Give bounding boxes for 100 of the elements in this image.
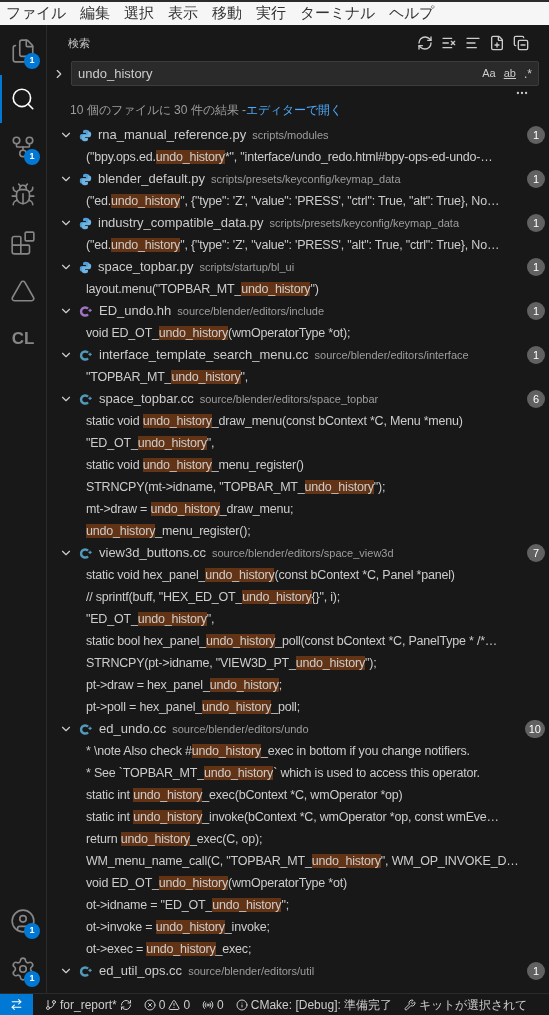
match-line[interactable]: return undo_history_exec(C, op); [86, 829, 263, 849]
cpp-file-icon [79, 546, 93, 560]
menu-item[interactable]: ターミナル [300, 2, 375, 25]
match-line[interactable]: mt->draw = undo_history_draw_menu; [86, 499, 294, 519]
kit-status[interactable]: キットが選択されて [419, 995, 528, 1014]
menu-item[interactable]: 実行 [256, 2, 286, 25]
match-line[interactable]: static void undo_history_draw_menu(const bContext *C, Menu *menu) [86, 411, 463, 431]
file-name[interactable]: ed_util_ops.cc [99, 961, 183, 981]
match-count: 1 [527, 962, 545, 980]
match-line[interactable]: pt->poll = hex_panel_undo_history_poll; [86, 697, 300, 717]
match-line[interactable]: static int undo_history_invoke(bContext *C, wmOperator *op, const wmEve… [86, 807, 499, 827]
new-file-icon[interactable] [489, 35, 505, 51]
error-count[interactable]: 0 [158, 995, 166, 1014]
branch-name[interactable]: for_report* [60, 995, 117, 1014]
file-name[interactable]: space_topbar.py [98, 257, 194, 277]
match-line[interactable]: * \note Also check #undo_history_exec in bottom if you change notifiers. [86, 741, 470, 761]
match-line[interactable]: pt->draw = hex_panel_undo_history; [86, 675, 283, 695]
match-line[interactable]: STRNCPY(mt->idname, "TOPBAR_MT_undo_history"); [86, 477, 386, 497]
header-file-icon [79, 304, 93, 318]
collapse-all-icon[interactable] [513, 35, 529, 51]
match-count: 1 [527, 258, 545, 276]
match-line[interactable]: ("ed.undo_history", {"type": 'Z', "value": 'PRESS', "alt": True, "ctrl": True}, No… [86, 235, 500, 255]
source-control-icon[interactable] [10, 134, 36, 160]
file-name[interactable]: ed_undo.cc [99, 719, 167, 739]
file-name[interactable]: industry_compatible_data.py [98, 213, 264, 233]
match-line[interactable]: // sprintf(buff, "HEX_ED_OT_undo_history{}", i); [86, 587, 341, 607]
lines-icon[interactable] [465, 35, 481, 51]
menu-item[interactable]: 移動 [212, 2, 242, 25]
file-path: source/blender/editors/undo [172, 721, 310, 737]
notification-badge: 1 [24, 923, 40, 939]
extensions-icon[interactable] [10, 230, 36, 256]
match-count: 1 [527, 302, 545, 320]
file-path: source/blender/editors/include [177, 303, 326, 319]
match-line[interactable]: ("bpy.ops.ed.undo_history*", "interface/undo_redo.html#bpy-ops-ed-undo-… [86, 147, 493, 167]
cpp-file-icon [79, 392, 93, 406]
match-line[interactable]: "ED_OT_undo_history", [86, 433, 215, 453]
match-count: 1 [527, 126, 545, 144]
menu-item[interactable]: ヘルプ [389, 2, 434, 25]
file-name[interactable]: space_topbar.cc [99, 389, 194, 409]
whole-word-toggle[interactable]: ab [503, 65, 516, 82]
notification-badge: 1 [24, 53, 40, 69]
match-line[interactable]: WM_menu_name_call(C, "TOPBAR_MT_undo_history", WM_OP_INVOKE_D… [86, 851, 519, 871]
ports-icon [202, 998, 215, 1011]
menu-item[interactable]: 表示 [168, 2, 198, 25]
file-name[interactable]: view3d_buttons.cc [99, 543, 206, 563]
match-line[interactable]: STRNCPY(pt->idname, "VIEW3D_PT_undo_history"); [86, 653, 377, 673]
warning-count[interactable]: 0 [183, 995, 191, 1014]
warning-icon [168, 998, 181, 1011]
regex-toggle[interactable]: .* [524, 64, 532, 83]
settings-icon[interactable] [10, 956, 36, 982]
open-in-editor-link[interactable]: エディターで開く [246, 101, 343, 119]
cpp-file-icon [79, 964, 93, 978]
match-line[interactable]: ("ed.undo_history", {"type": 'Z', "value": 'PRESS', "ctrl": True, "alt": True}, No… [86, 191, 500, 211]
refresh-icon[interactable] [417, 35, 433, 51]
file-path: source/blender/editors/util [188, 963, 316, 979]
remote-button[interactable] [0, 994, 33, 1015]
file-name[interactable]: rna_manual_reference.py [98, 125, 247, 145]
ports-count[interactable]: 0 [217, 995, 224, 1014]
match-line[interactable]: static bool hex_panel_undo_history_poll(const bContext *C, PanelType * /*… [86, 631, 498, 651]
active-indicator [0, 75, 2, 123]
search-field[interactable]: undo_history Aa ab .* [71, 61, 539, 86]
match-line[interactable]: static void undo_history_menu_register() [86, 455, 304, 475]
match-line[interactable]: void ED_OT_undo_history(wmOperatorType *ot); [86, 323, 351, 343]
menu-item[interactable]: 選択 [124, 2, 154, 25]
match-line[interactable]: "TOPBAR_MT_undo_history", [86, 367, 249, 387]
file-path: scripts/presets/keyconfig/keymap_data [269, 215, 461, 231]
search-icon[interactable] [10, 86, 36, 112]
file-path: source/blender/editors/space_view3d [211, 545, 395, 561]
file-name[interactable]: interface_template_search_menu.cc [99, 345, 309, 365]
triangle-icon[interactable] [10, 278, 36, 304]
clear-results-icon[interactable] [441, 35, 457, 51]
match-count: 6 [527, 390, 545, 408]
cmake-status[interactable]: CMake: [Debug]: 準備完了 [250, 995, 393, 1014]
match-line[interactable]: undo_history_menu_register(); [86, 521, 251, 541]
menu-item[interactable]: 編集 [80, 2, 110, 25]
match-line[interactable]: void ED_OT_undo_history(wmOperatorType *ot) [86, 873, 347, 893]
file-name[interactable]: ED_undo.hh [99, 301, 172, 321]
sync-icon[interactable] [119, 998, 132, 1011]
file-name[interactable]: blender_default.py [98, 169, 205, 189]
menu-item[interactable]: ファイル [6, 2, 66, 25]
cl-label[interactable]: CL [11, 326, 35, 352]
match-line[interactable]: static void hex_panel_undo_history(const bContext *C, Panel *panel) [86, 565, 455, 585]
match-case-toggle[interactable]: Aa [482, 65, 496, 82]
match-line[interactable]: layout.menu("TOPBAR_MT_undo_history") [86, 279, 319, 299]
match-count: 1 [527, 170, 545, 188]
match-line[interactable]: ot->idname = "ED_OT_undo_history"; [86, 895, 289, 915]
bug-icon[interactable] [10, 182, 36, 208]
cpp-file-icon [79, 348, 93, 362]
match-line[interactable]: ot->invoke = undo_history_invoke; [86, 917, 270, 937]
match-line[interactable]: "ED_OT_undo_history", [86, 609, 215, 629]
python-file-icon [79, 128, 92, 142]
file-path: source/blender/editors/interface [314, 347, 470, 363]
files-icon[interactable] [10, 38, 36, 64]
match-line[interactable]: static int undo_history_exec(bContext *C, wmOperator *op) [86, 785, 403, 805]
branch-icon [45, 998, 57, 1011]
python-file-icon [79, 260, 92, 274]
cpp-file-icon [79, 722, 93, 736]
match-line[interactable]: * See `TOPBAR_MT_undo_history` which is used to access this operator. [86, 763, 480, 783]
match-line[interactable]: ot->exec = undo_history_exec; [86, 939, 252, 959]
notification-badge: 1 [24, 971, 40, 987]
